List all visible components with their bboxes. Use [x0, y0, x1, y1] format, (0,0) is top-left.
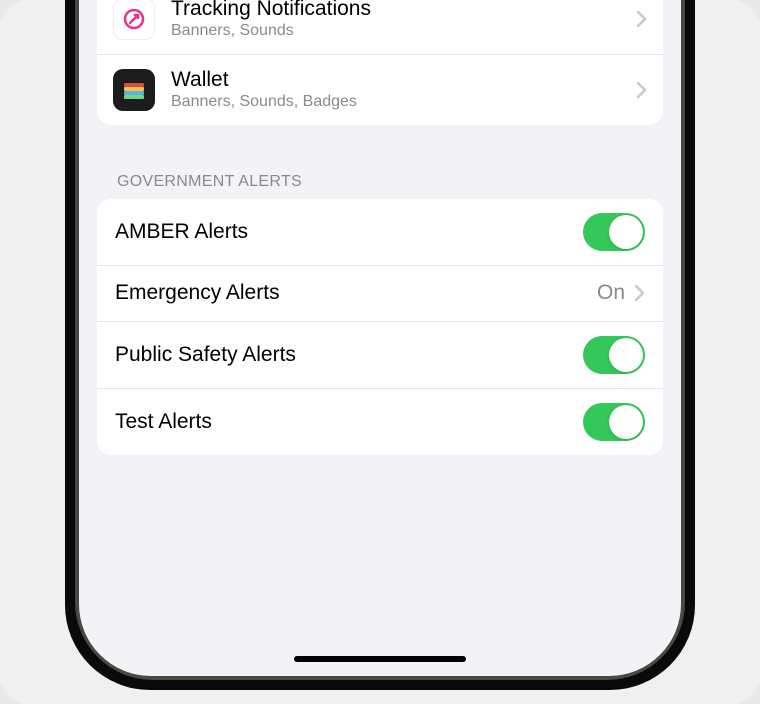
- setting-row-public-safety-alerts: Public Safety Alerts: [97, 322, 663, 389]
- app-title: Wallet: [171, 67, 637, 92]
- setting-row-emergency-alerts[interactable]: Emergency Alerts On: [97, 266, 663, 322]
- tracking-icon: [113, 0, 155, 40]
- setting-label: Emergency Alerts: [115, 281, 280, 305]
- setting-label: Public Safety Alerts: [115, 343, 296, 367]
- setting-value: On: [597, 281, 625, 305]
- apps-section-group: Tracking Notifications Banners, Sounds: [97, 0, 663, 125]
- amber-alerts-toggle[interactable]: [583, 213, 645, 251]
- phone-screen: Tracking Notifications Banners, Sounds: [79, 0, 681, 676]
- home-indicator[interactable]: [294, 656, 466, 662]
- app-row-wallet[interactable]: Wallet Banners, Sounds, Badges: [97, 55, 663, 125]
- test-alerts-toggle[interactable]: [583, 403, 645, 441]
- app-row-tracking-notifications[interactable]: Tracking Notifications Banners, Sounds: [97, 0, 663, 55]
- app-subtitle: Banners, Sounds: [171, 21, 637, 42]
- setting-row-amber-alerts: AMBER Alerts: [97, 199, 663, 266]
- government-alerts-group: AMBER Alerts Emergency Alerts On: [97, 199, 663, 455]
- chevron-right-icon: [637, 11, 647, 27]
- wallet-icon: [113, 69, 155, 111]
- chevron-right-icon: [635, 285, 645, 301]
- app-title: Tracking Notifications: [171, 0, 637, 21]
- toggle-knob: [609, 338, 643, 372]
- section-header-government-alerts: GOVERNMENT ALERTS: [97, 145, 663, 199]
- public-safety-alerts-toggle[interactable]: [583, 336, 645, 374]
- chevron-right-icon: [637, 82, 647, 98]
- app-text: Wallet Banners, Sounds, Badges: [171, 67, 637, 113]
- setting-value-wrap: On: [597, 281, 645, 305]
- setting-row-test-alerts: Test Alerts: [97, 389, 663, 455]
- settings-content: Tracking Notifications Banners, Sounds: [79, 0, 681, 676]
- setting-label: Test Alerts: [115, 410, 212, 434]
- app-subtitle: Banners, Sounds, Badges: [171, 92, 637, 113]
- outer-container: Tracking Notifications Banners, Sounds: [0, 0, 760, 704]
- phone-frame: Tracking Notifications Banners, Sounds: [65, 0, 695, 690]
- phone-inner: Tracking Notifications Banners, Sounds: [75, 0, 685, 680]
- app-text: Tracking Notifications Banners, Sounds: [171, 0, 637, 42]
- setting-label: AMBER Alerts: [115, 220, 248, 244]
- toggle-knob: [609, 405, 643, 439]
- toggle-knob: [609, 215, 643, 249]
